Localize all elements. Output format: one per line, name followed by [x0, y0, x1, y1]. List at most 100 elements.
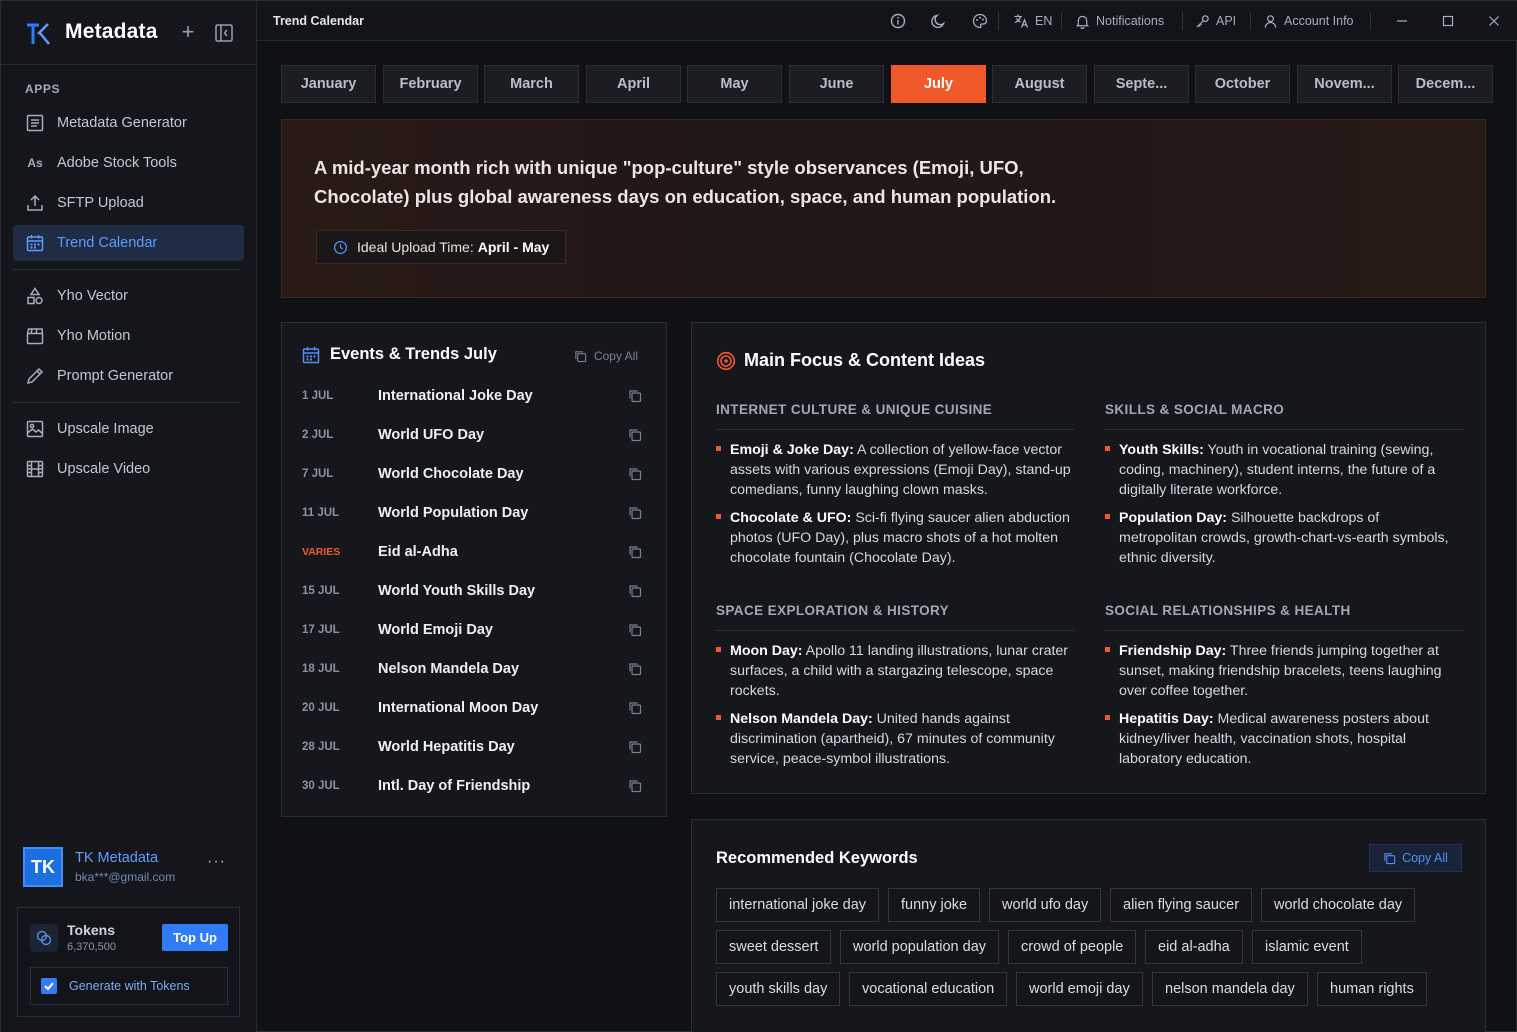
event-row[interactable]: 7 JUL World Chocolate Day	[302, 454, 644, 493]
sidebar-item-upscale-image[interactable]: Upscale Image	[13, 411, 244, 447]
event-name: Eid al-Adha	[378, 543, 458, 560]
tab-march[interactable]: March	[484, 65, 579, 103]
sidebar-item-upscale-video[interactable]: Upscale Video	[13, 451, 244, 487]
event-name: International Moon Day	[378, 699, 539, 716]
keyword-tag[interactable]: sweet dessert	[716, 930, 832, 964]
copy-icon[interactable]	[628, 389, 642, 403]
tab-january[interactable]: January	[281, 65, 376, 103]
tab-may[interactable]: May	[687, 65, 782, 103]
keyword-tag[interactable]: islamic event	[1252, 930, 1362, 964]
sidebar-item-metadata-generator[interactable]: Metadata Generator	[13, 105, 244, 141]
keyword-tag[interactable]: crowd of people	[1008, 930, 1137, 964]
event-row[interactable]: 17 JUL World Emoji Day	[302, 610, 644, 649]
event-name: World Hepatitis Day	[378, 738, 515, 755]
close-icon[interactable]	[1488, 11, 1506, 31]
content-idea-bullet: Youth Skills: Youth in vocational traini…	[1105, 440, 1460, 500]
event-row[interactable]: 20 JUL International Moon Day	[302, 688, 644, 727]
more-options-icon[interactable]: ···	[207, 853, 226, 871]
film-icon	[25, 459, 45, 479]
event-date: 2 JUL	[302, 428, 334, 441]
keyword-tag[interactable]: nelson mandela day	[1152, 972, 1308, 1006]
maximize-icon[interactable]	[1442, 11, 1460, 31]
sidebar-item-adobe-stock-tools[interactable]: As Adobe Stock Tools	[13, 145, 244, 181]
event-row[interactable]: 11 JUL World Population Day	[302, 493, 644, 532]
copy-icon[interactable]	[628, 740, 642, 754]
tab-september[interactable]: Septe...	[1094, 65, 1189, 103]
tab-february[interactable]: February	[383, 65, 478, 103]
event-row[interactable]: 18 JUL Nelson Mandela Day	[302, 649, 644, 688]
keyword-tag[interactable]: world population day	[840, 930, 1000, 964]
tokens-icon	[30, 924, 58, 952]
top-up-button[interactable]: Top Up	[162, 924, 228, 951]
bullet-lead: Population Day:	[1119, 510, 1227, 526]
user-name: TK Metadata	[75, 850, 159, 866]
event-row[interactable]: VARIES Eid al-Adha	[302, 532, 644, 571]
keyword-tag[interactable]: human rights	[1317, 972, 1427, 1006]
user-card[interactable]: TK TK Metadata bka***@gmail.com ···	[13, 839, 245, 895]
copy-icon[interactable]	[628, 779, 642, 793]
copy-icon[interactable]	[628, 701, 642, 715]
ideal-upload-time-badge: Ideal Upload Time: April - May	[316, 230, 567, 264]
tab-june[interactable]: June	[789, 65, 884, 103]
content-idea-bullet: Hepatitis Day: Medical awareness posters…	[1105, 709, 1460, 769]
api-button[interactable]: API	[1195, 11, 1236, 31]
tab-august[interactable]: August	[992, 65, 1087, 103]
new-item-icon[interactable]: +	[179, 21, 197, 43]
section-title: SPACE EXPLORATION & HISTORY	[716, 603, 950, 618]
tab-april[interactable]: April	[586, 65, 681, 103]
copy-icon[interactable]	[628, 428, 642, 442]
info-icon[interactable]	[890, 11, 912, 31]
keyword-tag[interactable]: world ufo day	[989, 888, 1102, 922]
copy-icon[interactable]	[628, 506, 642, 520]
copy-icon	[575, 350, 587, 362]
event-date: 11 JUL	[302, 506, 340, 519]
keyword-tag[interactable]: vocational education	[849, 972, 1008, 1006]
generate-with-tokens-toggle[interactable]: Generate with Tokens	[30, 967, 228, 1005]
copy-all-events-button[interactable]: Copy All	[574, 349, 638, 363]
sidebar-item-trend-calendar[interactable]: Trend Calendar	[13, 225, 244, 261]
copy-all-keywords-button[interactable]: Copy All	[1369, 844, 1462, 872]
apps-section-label: APPS	[25, 82, 61, 96]
tab-november[interactable]: Novem...	[1297, 65, 1392, 103]
event-row[interactable]: 30 JUL Intl. Day of Friendship	[302, 766, 644, 805]
copy-icon[interactable]	[628, 545, 642, 559]
event-row[interactable]: 1 JUL International Joke Day	[302, 376, 644, 415]
tab-july[interactable]: July	[891, 65, 986, 103]
event-row[interactable]: 28 JUL World Hepatitis Day	[302, 727, 644, 766]
sidebar-item-yho-motion[interactable]: Yho Motion	[13, 318, 244, 354]
event-name: World Emoji Day	[378, 621, 493, 638]
keyword-tag[interactable]: world emoji day	[1016, 972, 1143, 1006]
sidebar-item-sftp-upload[interactable]: SFTP Upload	[13, 185, 244, 221]
notifications-button[interactable]: Notifications	[1075, 11, 1164, 31]
logo-icon	[27, 23, 50, 45]
generate-with-tokens-checkbox[interactable]	[41, 978, 57, 994]
copy-icon[interactable]	[628, 662, 642, 676]
copy-icon[interactable]	[628, 467, 642, 481]
tokens-panel: Tokens 6,370,500 Top Up Generate with To…	[17, 907, 240, 1017]
keyword-tag[interactable]: world chocolate day	[1261, 888, 1416, 922]
minimize-icon[interactable]	[1396, 11, 1414, 31]
focus-title: Main Focus & Content Ideas	[744, 350, 986, 370]
copy-icon[interactable]	[628, 584, 642, 598]
palette-icon[interactable]	[972, 11, 994, 31]
tab-october[interactable]: October	[1195, 65, 1290, 103]
copy-icon[interactable]	[628, 623, 642, 637]
keyword-tag[interactable]: international joke day	[716, 888, 880, 922]
language-selector[interactable]: EN	[1013, 11, 1052, 31]
sidebar-item-yho-vector[interactable]: Yho Vector	[13, 278, 244, 314]
dark-mode-icon[interactable]	[931, 11, 953, 31]
avatar: TK	[23, 847, 63, 887]
tab-december[interactable]: Decem...	[1398, 65, 1493, 103]
keyword-tag[interactable]: youth skills day	[716, 972, 841, 1006]
api-label: API	[1216, 14, 1237, 28]
keyword-tag[interactable]: eid al-adha	[1145, 930, 1243, 964]
sidebar-divider	[13, 402, 241, 403]
account-info-button[interactable]: Account Info	[1263, 11, 1354, 31]
sidebar-item-prompt-generator[interactable]: Prompt Generator	[13, 358, 244, 394]
event-row[interactable]: 15 JUL World Youth Skills Day	[302, 571, 644, 610]
bullet-lead: Chocolate & UFO:	[730, 510, 852, 526]
keyword-tag[interactable]: alien flying saucer	[1110, 888, 1253, 922]
keyword-tag[interactable]: funny joke	[888, 888, 981, 922]
collapse-sidebar-icon[interactable]	[214, 23, 234, 43]
event-row[interactable]: 2 JUL World UFO Day	[302, 415, 644, 454]
